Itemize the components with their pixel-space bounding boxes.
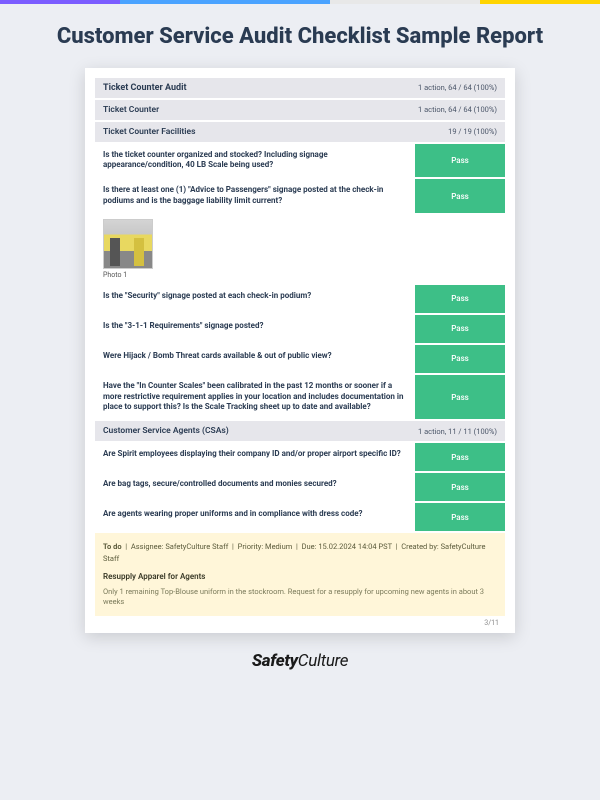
item-result: Pass <box>415 503 505 531</box>
photo-block: Photo 1 <box>95 215 505 285</box>
checklist-item: Are Spirit employees displaying their co… <box>95 443 505 471</box>
section-title: Ticket Counter Audit <box>103 83 187 93</box>
page-title: Customer Service Audit Checklist Sample … <box>0 4 600 68</box>
item-question: Have the "In Counter Scales" been calibr… <box>95 375 415 419</box>
item-result: Pass <box>415 315 505 343</box>
page-number: 3/11 <box>95 616 505 627</box>
brand-bold: Safety <box>252 651 298 671</box>
item-result: Pass <box>415 345 505 373</box>
checklist-item: Is there at least one (1) "Advice to Pas… <box>95 179 505 213</box>
checklist-item: Have the "In Counter Scales" been calibr… <box>95 375 505 419</box>
section-meta: 19 / 19 (100%) <box>448 127 497 136</box>
top-color-bar <box>0 0 600 4</box>
section-meta: 1 action, 64 / 64 (100%) <box>418 83 497 92</box>
item-question: Are agents wearing proper uniforms and i… <box>95 503 415 531</box>
checklist-item: Are agents wearing proper uniforms and i… <box>95 503 505 531</box>
section-title: Ticket Counter <box>103 105 159 115</box>
section-ticket-counter-audit: Ticket Counter Audit 1 action, 64 / 64 (… <box>95 78 505 98</box>
photo-thumbnail[interactable] <box>103 219 153 269</box>
priority-label: Priority: <box>238 542 264 551</box>
report-card: Ticket Counter Audit 1 action, 64 / 64 (… <box>85 68 515 633</box>
item-question: Is the "3-1-1 Requirements" signage post… <box>95 315 415 343</box>
section-title: Ticket Counter Facilities <box>103 127 195 137</box>
item-result: Pass <box>415 375 505 419</box>
todo-meta: To do | Assignee: SafetyCulture Staff | … <box>103 541 497 564</box>
section-meta: 1 action, 11 / 11 (100%) <box>418 427 497 436</box>
checklist-item: Were Hijack / Bomb Threat cards availabl… <box>95 345 505 373</box>
item-result: Pass <box>415 443 505 471</box>
item-question: Are bag tags, secure/controlled document… <box>95 473 415 501</box>
section-meta: 1 action, 64 / 64 (100%) <box>418 105 497 114</box>
item-question: Are Spirit employees displaying their co… <box>95 443 415 471</box>
item-result: Pass <box>415 473 505 501</box>
section-title: Customer Service Agents (CSAs) <box>103 426 229 436</box>
item-question: Were Hijack / Bomb Threat cards availabl… <box>95 345 415 373</box>
photo-label: Photo 1 <box>103 271 497 279</box>
section-csa: Customer Service Agents (CSAs) 1 action,… <box>95 421 505 441</box>
item-question: Is the ticket counter organized and stoc… <box>95 144 415 178</box>
item-question: Is the "Security" signage posted at each… <box>95 285 415 313</box>
checklist-item: Is the ticket counter organized and stoc… <box>95 144 505 178</box>
todo-assignee: SafetyCulture Staff <box>165 542 228 551</box>
todo-status: To do <box>103 542 122 551</box>
item-result: Pass <box>415 179 505 213</box>
due-label: Due: <box>302 542 317 551</box>
checklist-item: Is the "3-1-1 Requirements" signage post… <box>95 315 505 343</box>
todo-description: Only 1 remaining Top-Blouse uniform in t… <box>103 587 497 608</box>
todo-title: Resupply Apparel for Agents <box>103 572 497 581</box>
todo-due: 15.02.2024 14:04 PST <box>318 542 392 551</box>
safetyculture-logo: SafetyCulture <box>0 651 600 671</box>
section-ticket-counter-facilities: Ticket Counter Facilities 19 / 19 (100%) <box>95 122 505 142</box>
checklist-item: Are bag tags, secure/controlled document… <box>95 473 505 501</box>
created-by-label: Created by: <box>401 542 438 551</box>
brand-light: Culture <box>298 651 348 671</box>
todo-action-box: To do | Assignee: SafetyCulture Staff | … <box>95 533 505 616</box>
todo-priority: Medium <box>265 542 292 551</box>
section-ticket-counter: Ticket Counter 1 action, 64 / 64 (100%) <box>95 100 505 120</box>
item-result: Pass <box>415 144 505 178</box>
assignee-label: Assignee: <box>131 542 164 551</box>
item-question: Is there at least one (1) "Advice to Pas… <box>95 179 415 213</box>
checklist-item: Is the "Security" signage posted at each… <box>95 285 505 313</box>
item-result: Pass <box>415 285 505 313</box>
